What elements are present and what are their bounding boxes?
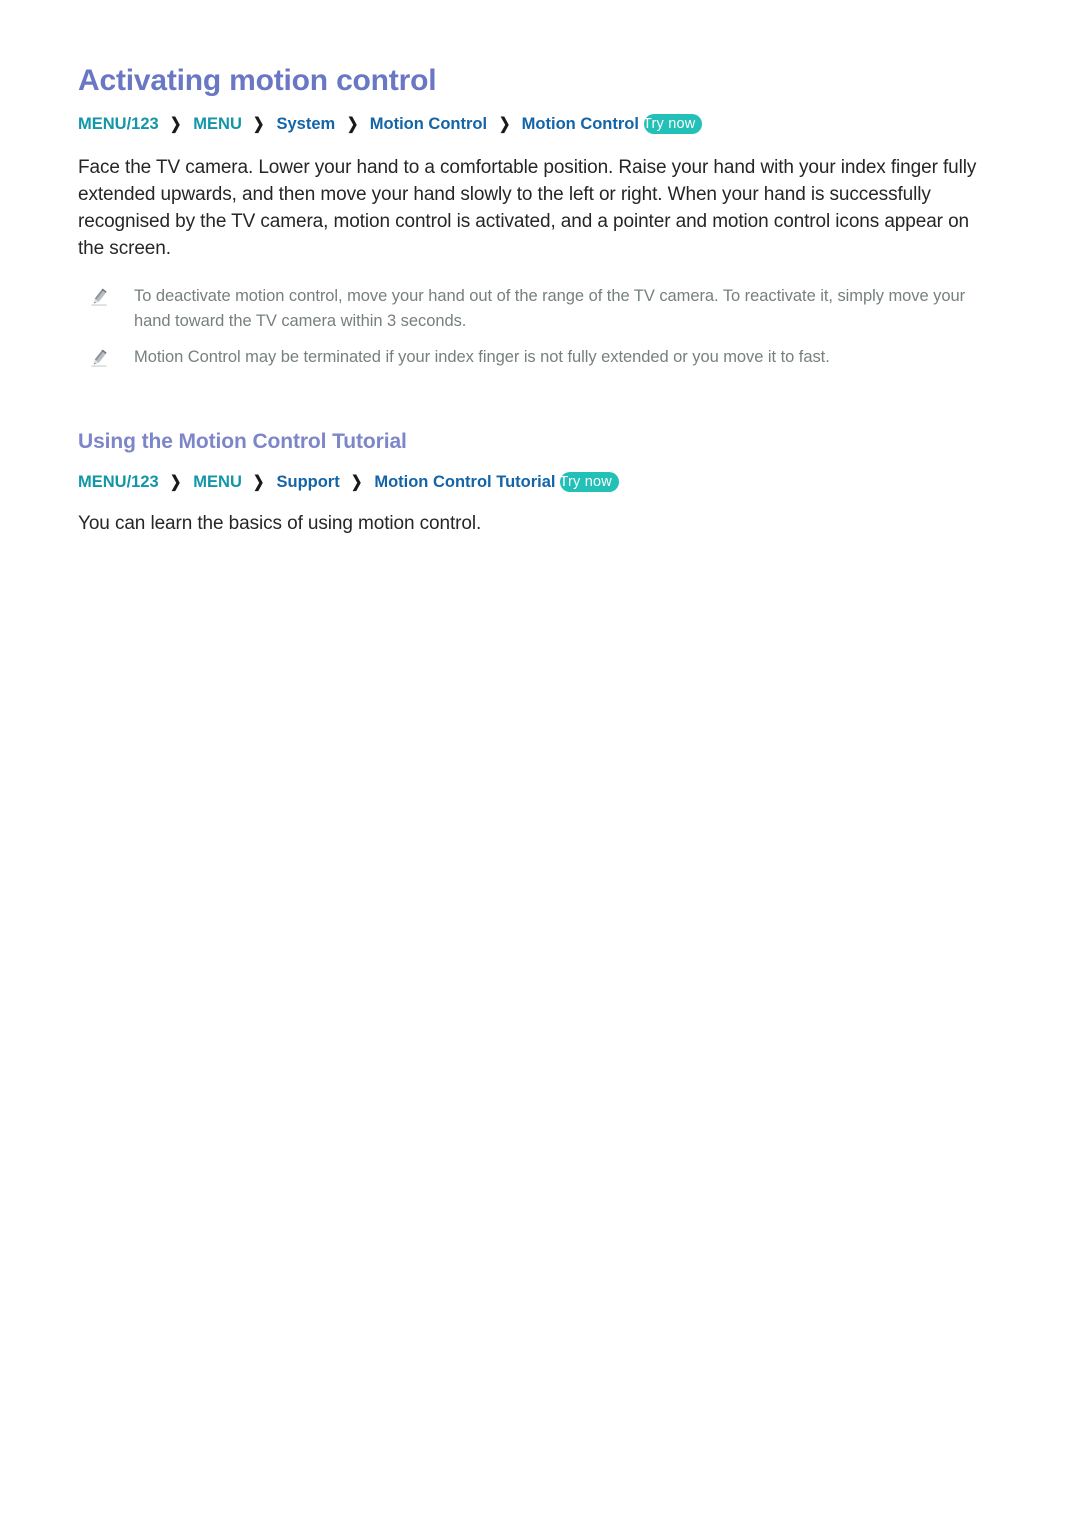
- breadcrumb-item-menu123[interactable]: MENU/123: [78, 473, 159, 491]
- tutorial-paragraph: You can learn the basics of using motion…: [78, 513, 482, 535]
- breadcrumb-separator-icon: ❯: [253, 474, 265, 492]
- breadcrumb-item-menu[interactable]: MENU: [193, 115, 242, 133]
- breadcrumb-item-system[interactable]: System: [276, 115, 335, 133]
- document-page: Activating motion control MENU/123 ❯ MEN…: [0, 0, 1080, 1527]
- note-text: Motion Control may be terminated if your…: [134, 347, 830, 366]
- try-now-badge[interactable]: Try now: [559, 472, 619, 493]
- note-item: To deactivate motion control, move your …: [78, 284, 1002, 333]
- try-now-badge[interactable]: Try now: [642, 114, 703, 134]
- breadcrumb-separator-icon: ❯: [346, 116, 359, 133]
- breadcrumb-separator-icon: ❯: [170, 474, 182, 492]
- try-now-label: Try now: [642, 116, 696, 132]
- notes-list: To deactivate motion control, move your …: [78, 262, 1002, 369]
- section-title-tutorial: Using the Motion Control Tutorial: [78, 430, 407, 454]
- page-title: Activating motion control: [78, 64, 437, 97]
- breadcrumb-separator-icon: ❯: [170, 116, 182, 133]
- note-item: Motion Control may be terminated if your…: [78, 333, 1002, 369]
- note-text: To deactivate motion control, move your …: [134, 287, 966, 330]
- breadcrumb-item-support[interactable]: Support: [276, 473, 339, 491]
- pencil-icon: [88, 347, 110, 369]
- breadcrumb-separator-icon: ❯: [498, 116, 511, 133]
- breadcrumb-item-menu[interactable]: MENU: [193, 473, 242, 491]
- try-now-label: Try now: [559, 474, 612, 491]
- breadcrumb-separator-icon: ❯: [253, 116, 265, 133]
- breadcrumb-item-motion-control[interactable]: Motion Control: [370, 115, 487, 133]
- menu-path-motion-control: MENU/123 ❯ MENU ❯ System ❯ Motion Contro…: [78, 99, 1002, 136]
- breadcrumb-separator-icon: ❯: [351, 474, 363, 492]
- breadcrumb-item-motion-control-tutorial[interactable]: Motion Control Tutorial: [374, 473, 555, 491]
- menu-path-motion-control-tutorial: MENU/123 ❯ MENU ❯ Support ❯ Motion Contr…: [78, 455, 1002, 494]
- breadcrumb-item-motion-control-setting[interactable]: Motion Control: [522, 115, 639, 133]
- intro-paragraph: Face the TV camera. Lower your hand to a…: [78, 156, 977, 259]
- breadcrumb-item-menu123[interactable]: MENU/123: [78, 115, 159, 133]
- pencil-icon: [88, 286, 110, 308]
